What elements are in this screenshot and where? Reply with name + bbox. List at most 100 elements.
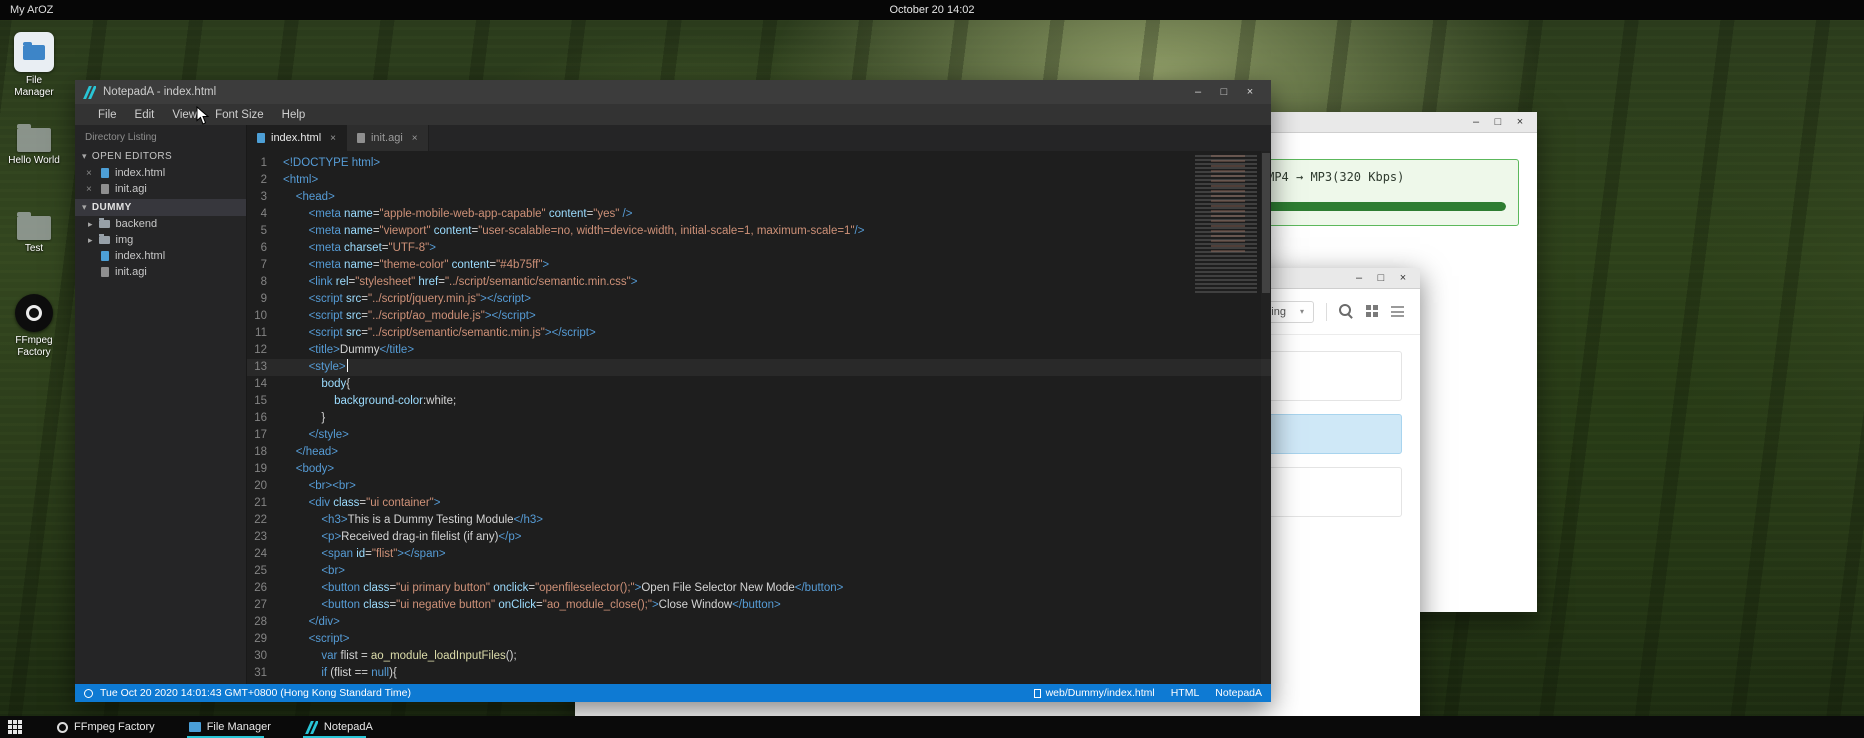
menu-help[interactable]: Help (273, 107, 315, 123)
open-editor-item[interactable]: × index.html (75, 165, 246, 181)
start-menu-button[interactable] (8, 719, 26, 735)
code-line[interactable]: 18 </head> (247, 444, 1271, 461)
taskbar-item-label: FFmpeg Factory (74, 721, 155, 733)
menu-file[interactable]: File (89, 107, 126, 123)
code-line[interactable]: 7 <meta name="theme-color" content="#4b7… (247, 257, 1271, 274)
code-line[interactable]: 8 <link rel="stylesheet" href="../script… (247, 274, 1271, 291)
tree-item-init-agi[interactable]: init.agi (75, 264, 246, 280)
file-icon (1034, 689, 1041, 698)
code-line[interactable]: 24 <span id="flist"></span> (247, 546, 1271, 563)
menu-bar: File Edit View Font Size Help (75, 104, 1271, 125)
code-line[interactable]: 16 } (247, 410, 1271, 427)
code-lines: 1<!DOCTYPE html>2<html>3 <head>4 <meta n… (247, 155, 1271, 682)
close-icon[interactable]: × (86, 184, 95, 195)
code-line[interactable]: 3 <head> (247, 189, 1271, 206)
file-icon (257, 133, 265, 143)
maximize-button[interactable]: □ (1211, 80, 1237, 104)
status-language[interactable]: HTML (1171, 687, 1200, 699)
code-line[interactable]: 13 <style> (247, 359, 1271, 376)
tree-item-index-html[interactable]: index.html (75, 248, 246, 264)
folder-icon (17, 216, 51, 240)
code-line[interactable]: 23 <p>Received drag-in filelist (if any)… (247, 529, 1271, 546)
code-line[interactable]: 28 </div> (247, 614, 1271, 631)
ffmpeg-factory-app-icon (15, 294, 53, 332)
open-editors-label: OPEN EDITORS (92, 151, 172, 162)
chevron-down-icon: ▾ (82, 202, 87, 213)
toolbar-divider (1326, 303, 1327, 321)
code-line[interactable]: 9 <script src="../script/jquery.min.js">… (247, 291, 1271, 308)
code-line[interactable]: 31 if (flist == null){ (247, 665, 1271, 682)
desktop-icon-label: Hello World (8, 155, 60, 167)
code-line[interactable]: 26 <button class="ui primary button" onc… (247, 580, 1271, 597)
code-line[interactable]: 10 <script src="../script/ao_module.js">… (247, 308, 1271, 325)
close-icon[interactable]: × (330, 133, 336, 144)
file-icon (101, 267, 109, 277)
close-icon[interactable]: × (86, 168, 95, 179)
minimize-button[interactable]: – (1185, 80, 1211, 104)
close-button[interactable]: × (1392, 268, 1414, 288)
code-line[interactable]: 2<html> (247, 172, 1271, 189)
code-line[interactable]: 29 <script> (247, 631, 1271, 648)
tree-item-backend[interactable]: ▸ backend (75, 216, 246, 232)
open-editor-name: init.agi (115, 183, 147, 195)
code-line[interactable]: 15 background-color:white; (247, 393, 1271, 410)
file-icon (101, 251, 109, 261)
code-line[interactable]: 19 <body> (247, 461, 1271, 478)
maximize-button[interactable]: □ (1370, 268, 1392, 288)
status-file-path[interactable]: web/Dummy/index.html (1046, 687, 1155, 699)
desktop-icon-test[interactable]: Test (6, 216, 62, 255)
minimize-button[interactable]: – (1465, 112, 1487, 132)
code-line[interactable]: 1<!DOCTYPE html> (247, 155, 1271, 172)
taskbar-item-file-manager[interactable]: File Manager (186, 716, 274, 738)
tree-item-img[interactable]: ▸ img (75, 232, 246, 248)
desktop-icon-hello-world[interactable]: Hello World (6, 128, 62, 167)
taskbar-item-notepada[interactable]: NotepadA (302, 716, 376, 738)
close-button[interactable]: × (1237, 80, 1263, 104)
folder-icon (23, 45, 45, 60)
code-line[interactable]: 27 <button class="ui negative button" on… (247, 597, 1271, 614)
code-line[interactable]: 25 <br> (247, 563, 1271, 580)
taskbar-item-ffmpeg-factory[interactable]: FFmpeg Factory (54, 716, 158, 738)
open-editors-section-header[interactable]: ▾ OPEN EDITORS (75, 148, 246, 165)
search-icon[interactable] (1339, 304, 1354, 319)
code-line[interactable]: 22 <h3>This is a Dummy Testing Module</h… (247, 512, 1271, 529)
code-line[interactable]: 11 <script src="../script/semantic/seman… (247, 325, 1271, 342)
maximize-button[interactable]: □ (1487, 112, 1509, 132)
code-line[interactable]: 4 <meta name="apple-mobile-web-app-capab… (247, 206, 1271, 223)
desktop-icon-label: Test (25, 243, 43, 255)
scrollbar[interactable] (1261, 151, 1271, 684)
desktop-icon-file-manager[interactable]: File Manager (6, 32, 62, 98)
code-line[interactable]: 5 <meta name="viewport" content="user-sc… (247, 223, 1271, 240)
desktop-icon-ffmpeg-factory[interactable]: FFmpeg Factory (6, 294, 62, 358)
taskbar-item-label: File Manager (207, 721, 271, 733)
list-view-icon[interactable] (1391, 306, 1404, 317)
code-editor[interactable]: 1<!DOCTYPE html>2<html>3 <head>4 <meta n… (247, 151, 1271, 684)
window-titlebar[interactable]: NotepadA - index.html – □ × (75, 80, 1271, 104)
text-cursor (347, 359, 348, 372)
host-menu-label[interactable]: My ArOZ (10, 4, 53, 16)
menu-edit[interactable]: Edit (126, 107, 164, 123)
grid-view-icon[interactable] (1366, 305, 1379, 318)
code-line[interactable]: 17 </style> (247, 427, 1271, 444)
code-line[interactable]: 12 <title>Dummy</title> (247, 342, 1271, 359)
status-app-name: NotepadA (1215, 687, 1262, 699)
tab-label: index.html (271, 132, 321, 144)
tab-index-html[interactable]: index.html × (247, 125, 347, 151)
minimap[interactable] (1195, 155, 1257, 293)
code-line[interactable]: 14 body{ (247, 376, 1271, 393)
project-section-header[interactable]: ▾ DUMMY (75, 199, 246, 216)
chevron-right-icon: ▸ (88, 219, 93, 230)
menu-font-size[interactable]: Font Size (206, 107, 273, 123)
tab-init-agi[interactable]: init.agi × (347, 125, 429, 151)
minimize-button[interactable]: – (1348, 268, 1370, 288)
open-editor-item[interactable]: × init.agi (75, 181, 246, 197)
project-name: DUMMY (92, 202, 132, 213)
folder-icon (99, 236, 110, 244)
code-line[interactable]: 21 <div class="ui container"> (247, 495, 1271, 512)
code-line[interactable]: 6 <meta charset="UTF-8"> (247, 240, 1271, 257)
close-icon[interactable]: × (412, 133, 418, 144)
chevron-down-icon: ▾ (82, 151, 87, 162)
close-button[interactable]: × (1509, 112, 1531, 132)
code-line[interactable]: 20 <br><br> (247, 478, 1271, 495)
code-line[interactable]: 30 var flist = ao_module_loadInputFiles(… (247, 648, 1271, 665)
